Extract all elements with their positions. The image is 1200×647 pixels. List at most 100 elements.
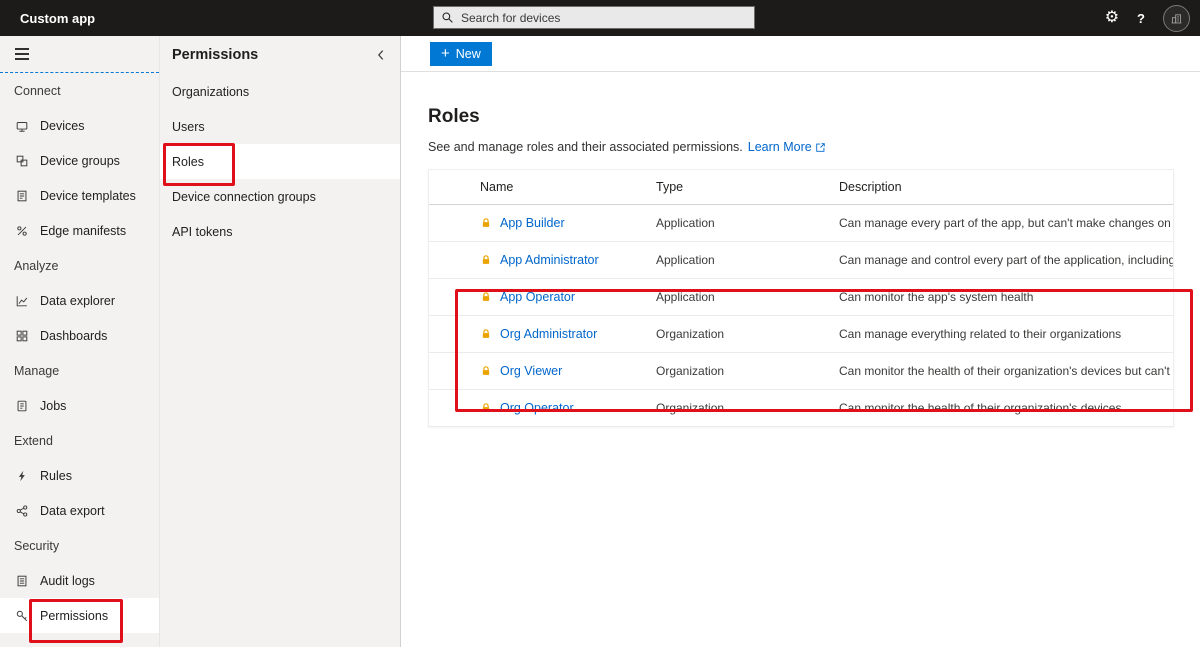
- rules-icon: [14, 468, 30, 484]
- table-row: App Builder Application Can manage every…: [429, 205, 1173, 242]
- column-header-description[interactable]: Description: [839, 180, 1173, 194]
- role-description-cell: Can manage everything related to their o…: [839, 327, 1173, 341]
- app-title: Custom app: [20, 0, 95, 36]
- lock-icon: [480, 291, 492, 303]
- roles-table: Name Type Description App Builder Applic…: [428, 169, 1174, 427]
- subtitle-text: See and manage roles and their associate…: [428, 140, 743, 154]
- sidebar-item-label: Devices: [40, 119, 84, 133]
- main-content: + New Roles See and manage roles and the…: [401, 36, 1200, 647]
- building-icon: [1170, 12, 1183, 25]
- permissions-subnav: Permissions Organizations Users Roles De…: [160, 36, 401, 647]
- learn-more-label: Learn More: [748, 140, 812, 154]
- role-description-cell: Can monitor the health of their organiza…: [839, 364, 1173, 378]
- collapse-pane-button[interactable]: [374, 48, 388, 62]
- sidebar-item-jobs[interactable]: Jobs: [0, 388, 159, 423]
- role-type-cell: Organization: [656, 401, 839, 415]
- roles-page: Roles See and manage roles and their ass…: [401, 72, 1200, 427]
- audit-logs-icon: [14, 573, 30, 589]
- role-name-cell: App Administrator: [429, 253, 656, 267]
- chevron-left-icon: [374, 48, 388, 62]
- subnav-item-device-connection-groups[interactable]: Device connection groups: [160, 179, 400, 214]
- table-header-row: Name Type Description: [429, 170, 1173, 205]
- lock-icon: [480, 365, 492, 377]
- subnav-item-roles[interactable]: Roles: [160, 144, 400, 179]
- edge-manifests-icon: [14, 223, 30, 239]
- role-name-cell: Org Operator: [429, 401, 656, 415]
- jobs-icon: [14, 398, 30, 414]
- sidebar-item-edge-manifests[interactable]: Edge manifests: [0, 213, 159, 248]
- device-groups-icon: [14, 153, 30, 169]
- sidebar-item-label: Permissions: [40, 609, 108, 623]
- sidebar-item-label: Device groups: [40, 154, 120, 168]
- help-icon[interactable]: ?: [1137, 12, 1145, 25]
- sidebar-item-label: Audit logs: [40, 574, 95, 588]
- role-link[interactable]: Org Operator: [500, 401, 574, 415]
- role-name-cell: App Builder: [429, 216, 656, 230]
- column-header-name[interactable]: Name: [429, 180, 656, 194]
- subnav-item-organizations[interactable]: Organizations: [160, 74, 400, 109]
- topbar-actions: ⚙ ?: [1105, 0, 1190, 36]
- role-link[interactable]: App Administrator: [500, 253, 599, 267]
- hamburger-icon: [15, 48, 29, 60]
- sidebar-item-dashboards[interactable]: Dashboards: [0, 318, 159, 353]
- role-description-cell: Can monitor the app's system health: [839, 290, 1173, 304]
- role-name-cell: Org Viewer: [429, 364, 656, 378]
- role-name-cell: Org Administrator: [429, 327, 656, 341]
- learn-more-link[interactable]: Learn More: [748, 140, 826, 154]
- settings-gear-icon[interactable]: ⚙: [1105, 10, 1119, 26]
- sidebar-item-devices[interactable]: Devices: [0, 108, 159, 143]
- table-row: Org Operator Organization Can monitor th…: [429, 390, 1173, 427]
- lock-icon: [480, 217, 492, 229]
- search-input[interactable]: [459, 10, 747, 26]
- hamburger-menu-button[interactable]: [0, 36, 159, 73]
- sidebar-item-label: Data explorer: [40, 294, 115, 308]
- table-row: Org Administrator Organization Can manag…: [429, 316, 1173, 353]
- dashboards-icon: [14, 328, 30, 344]
- topbar: Custom app ⚙ ?: [0, 0, 1200, 36]
- role-link[interactable]: Org Administrator: [500, 327, 597, 341]
- column-header-type[interactable]: Type: [656, 180, 839, 194]
- subnav-item-users[interactable]: Users: [160, 109, 400, 144]
- lock-icon: [480, 402, 492, 414]
- table-row: Org Viewer Organization Can monitor the …: [429, 353, 1173, 390]
- external-link-icon: [815, 142, 826, 153]
- role-link[interactable]: App Operator: [500, 290, 575, 304]
- search-box[interactable]: [433, 6, 755, 29]
- role-link[interactable]: Org Viewer: [500, 364, 562, 378]
- subnav-header: Permissions: [160, 36, 400, 74]
- role-name-cell: App Operator: [429, 290, 656, 304]
- page-subtitle: See and manage roles and their associate…: [428, 140, 1174, 154]
- sidebar-item-data-export[interactable]: Data export: [0, 493, 159, 528]
- device-templates-icon: [14, 188, 30, 204]
- role-type-cell: Application: [656, 253, 839, 267]
- sidebar-item-label: Data export: [40, 504, 105, 518]
- new-button[interactable]: + New: [430, 42, 492, 66]
- sidebar-section-security: Security: [0, 528, 159, 563]
- table-row: App Operator Application Can monitor the…: [429, 279, 1173, 316]
- sidebar-item-device-templates[interactable]: Device templates: [0, 178, 159, 213]
- permissions-key-icon: [14, 608, 30, 624]
- role-type-cell: Application: [656, 216, 839, 230]
- data-explorer-icon: [14, 293, 30, 309]
- sidebar-item-rules[interactable]: Rules: [0, 458, 159, 493]
- role-description-cell: Can manage and control every part of the…: [839, 253, 1173, 267]
- sidebar-item-data-explorer[interactable]: Data explorer: [0, 283, 159, 318]
- subnav-title: Permissions: [172, 47, 258, 63]
- role-description-cell: Can monitor the health of their organiza…: [839, 401, 1173, 415]
- sidebar-item-audit-logs[interactable]: Audit logs: [0, 563, 159, 598]
- page-title: Roles: [428, 106, 1174, 128]
- command-bar: + New: [401, 36, 1200, 72]
- sidebar-section-analyze: Analyze: [0, 248, 159, 283]
- search-icon: [441, 11, 454, 24]
- role-link[interactable]: App Builder: [500, 216, 565, 230]
- sidebar-section-connect: Connect: [0, 73, 159, 108]
- sidebar-item-label: Device templates: [40, 189, 136, 203]
- primary-sidebar: Connect Devices Device groups Device tem…: [0, 36, 160, 647]
- lock-icon: [480, 328, 492, 340]
- sidebar-item-device-groups[interactable]: Device groups: [0, 143, 159, 178]
- sidebar-section-manage: Manage: [0, 353, 159, 388]
- sidebar-item-label: Edge manifests: [40, 224, 126, 238]
- subnav-item-api-tokens[interactable]: API tokens: [160, 214, 400, 249]
- avatar[interactable]: [1163, 5, 1190, 32]
- sidebar-item-permissions[interactable]: Permissions: [0, 598, 159, 633]
